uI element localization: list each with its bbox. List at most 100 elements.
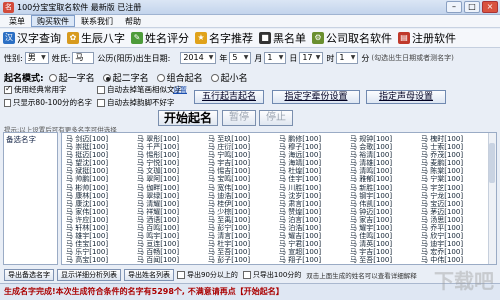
name-item[interactable]: 马 少棕[100] xyxy=(208,208,268,216)
name-item[interactable]: 马 雄宇[100] xyxy=(66,232,126,240)
name-item[interactable]: 马 赞煌[100] xyxy=(279,208,339,216)
year-select[interactable]: 2014 ▼ xyxy=(180,52,217,64)
start-naming-button[interactable]: 开始起名 xyxy=(158,110,218,126)
name-item[interactable]: 马 欣宁[100] xyxy=(421,232,481,240)
radio-button[interactable] xyxy=(102,73,111,82)
name-item[interactable]: 马 至玖[100] xyxy=(208,135,268,143)
name-item[interactable]: 马 彬帅[100] xyxy=(66,184,126,192)
name-item[interactable]: 马 鹏修[100] xyxy=(279,135,339,143)
name-item[interactable]: 马 轩林[100] xyxy=(66,224,126,232)
name-item[interactable]: 马 百鸣[100] xyxy=(137,224,197,232)
surname-input[interactable]: 马 xyxy=(72,52,95,64)
name-item[interactable]: 马 康林[100] xyxy=(66,192,126,200)
checkbox[interactable] xyxy=(242,270,251,279)
name-item[interactable]: 马 彭子[100] xyxy=(208,256,268,264)
checkbox[interactable] xyxy=(97,85,105,94)
pause-button[interactable]: 暂停 xyxy=(222,110,256,126)
hour-select[interactable]: 17 ▼ xyxy=(299,52,324,64)
export-filter-checkbox[interactable]: 只导出100分的 xyxy=(242,270,301,280)
name-item[interactable]: 马 翔子[100] xyxy=(279,256,339,264)
name-item[interactable]: 马 沈岁[100] xyxy=(279,192,339,200)
name-item[interactable]: 马 泊浩[100] xyxy=(279,224,339,232)
vertical-scrollbar[interactable] xyxy=(488,133,496,264)
name-item[interactable]: 马 宁棠[100] xyxy=(421,175,481,183)
checkbox[interactable] xyxy=(177,270,185,279)
name-item[interactable]: 马 新胜[100] xyxy=(350,184,410,192)
toolbar-button[interactable]: ▤ 注册软件 xyxy=(398,30,456,46)
tone-setting-button[interactable]: 指定声母设置 xyxy=(366,90,446,104)
name-item[interactable]: 马 庄衍[100] xyxy=(208,143,268,151)
settings-link[interactable]: 设置 xyxy=(173,85,187,95)
export-filter-checkbox[interactable]: 导出90分以上的 xyxy=(177,270,238,280)
name-item[interactable]: 马 家伟[100] xyxy=(66,208,126,216)
name-item[interactable]: 马 杜宇[100] xyxy=(208,240,268,248)
name-item[interactable]: 马 宇吉[100] xyxy=(350,248,410,256)
name-item[interactable]: 马 槐时[100] xyxy=(421,135,481,143)
name-item[interactable]: 马 肃言[100] xyxy=(279,200,339,208)
export-button[interactable]: 导出姓名列表 xyxy=(124,268,174,281)
radio-button[interactable] xyxy=(48,73,57,82)
name-item[interactable]: 马 家吉[100] xyxy=(350,216,410,224)
name-item[interactable]: 马 佳宇[100] xyxy=(279,175,339,183)
scroll-thumb[interactable] xyxy=(489,143,495,183)
name-item[interactable]: 马 迪浩[100] xyxy=(208,192,268,200)
option-checkbox[interactable]: 使用经典常用字 xyxy=(4,84,92,95)
stop-button[interactable]: 停止 xyxy=(259,110,293,126)
toolbar-button[interactable]: ■ 黑名单 xyxy=(259,30,306,46)
menu-item-contact[interactable]: 联系我们 xyxy=(75,15,119,27)
mode-option[interactable]: 起小名 xyxy=(210,71,248,84)
gender-select[interactable]: 男 ▼ xyxy=(24,52,49,64)
toolbar-button[interactable]: ✎ 姓名评分 xyxy=(131,30,189,46)
name-item[interactable]: 马 祥耀[100] xyxy=(137,208,197,216)
name-item[interactable]: 马 崇挺[100] xyxy=(66,143,126,151)
menu-item-buy[interactable]: 购买软件 xyxy=(31,15,75,27)
name-item[interactable]: 马 佳鸣[100] xyxy=(350,232,410,240)
name-item[interactable]: 马 鸣宇[100] xyxy=(137,232,197,240)
radio-button[interactable] xyxy=(210,73,219,82)
name-item[interactable]: 马 剑迈[100] xyxy=(66,135,126,143)
name-item[interactable]: 马 清耀[100] xyxy=(137,200,197,208)
name-item[interactable]: 马 川胜[100] xyxy=(279,184,339,192)
name-item[interactable]: 马 翠阿[100] xyxy=(137,175,197,183)
option-checkbox[interactable]: 自动去掉笔画相似文字 xyxy=(97,84,185,95)
name-item[interactable]: 马 至吾[100] xyxy=(350,256,410,264)
name-item[interactable]: 马 伟凯[100] xyxy=(350,200,410,208)
option-checkbox[interactable]: 只显示80-100分的名字 xyxy=(4,97,92,108)
name-item[interactable]: 马 宁龙[100] xyxy=(421,192,481,200)
checkbox[interactable] xyxy=(4,98,11,107)
toolbar-button[interactable]: ★ 名字推荐 xyxy=(195,30,253,46)
candidate-names-panel[interactable]: 备选名字 xyxy=(3,132,58,265)
name-results-grid[interactable]: 马 剑迈[100] 马 崇挺[100] 马 挺迈[100] 马 望沈[100] 马 斌挺… xyxy=(61,132,497,265)
minimize-button[interactable]: – xyxy=(446,1,462,13)
name-item[interactable]: 马 千严[100] xyxy=(137,143,197,151)
toolbar-button[interactable]: ✿ 生辰八字 xyxy=(67,30,125,46)
minute-select[interactable]: 1 ▼ xyxy=(336,52,359,64)
option-checkbox[interactable]: 自动去掉韵脚不好字 xyxy=(97,97,185,108)
name-item[interactable]: 马 泊言[100] xyxy=(279,216,339,224)
name-item[interactable]: 马 彭宁[100] xyxy=(208,224,268,232)
name-item[interactable]: 马 高宝[100] xyxy=(66,256,126,264)
day-select[interactable]: 1 ▼ xyxy=(264,52,287,64)
name-item[interactable]: 马 茅迈[100] xyxy=(421,208,481,216)
export-button[interactable]: 显示详细分析列表 xyxy=(57,268,121,281)
menu-item-help[interactable]: 帮助 xyxy=(119,15,147,27)
name-item[interactable]: 马 汤思[100] xyxy=(421,216,481,224)
name-item[interactable]: 马 中伟[100] xyxy=(421,256,481,264)
name-item[interactable]: 马 许应[100] xyxy=(66,216,126,224)
radio-button[interactable] xyxy=(156,73,165,82)
name-item[interactable]: 马 钟迈[100] xyxy=(350,208,410,216)
name-item[interactable]: 马 至禹[100] xyxy=(208,216,268,224)
name-item[interactable]: 马 宽伟[100] xyxy=(208,184,268,192)
name-item[interactable]: 马 翠彤[100] xyxy=(137,135,197,143)
name-item[interactable]: 马 雅郁[100] xyxy=(350,175,410,183)
name-item[interactable]: 马 士索[100] xyxy=(421,143,481,151)
name-item[interactable]: 马 宝迈[100] xyxy=(421,200,481,208)
name-item[interactable]: 马 耀吉[100] xyxy=(279,232,339,240)
name-item[interactable]: 马 宇芝[100] xyxy=(421,184,481,192)
name-item[interactable]: 马 帅鹏[100] xyxy=(66,175,126,183)
name-item[interactable]: 马 耀宇[100] xyxy=(350,224,410,232)
mode-option[interactable]: 起二字名 xyxy=(102,71,149,84)
mode-option[interactable]: 组合起名 xyxy=(156,71,203,84)
menu-item-menu[interactable]: 菜单 xyxy=(3,15,31,27)
name-item[interactable]: 马 翠绿[100] xyxy=(137,192,197,200)
